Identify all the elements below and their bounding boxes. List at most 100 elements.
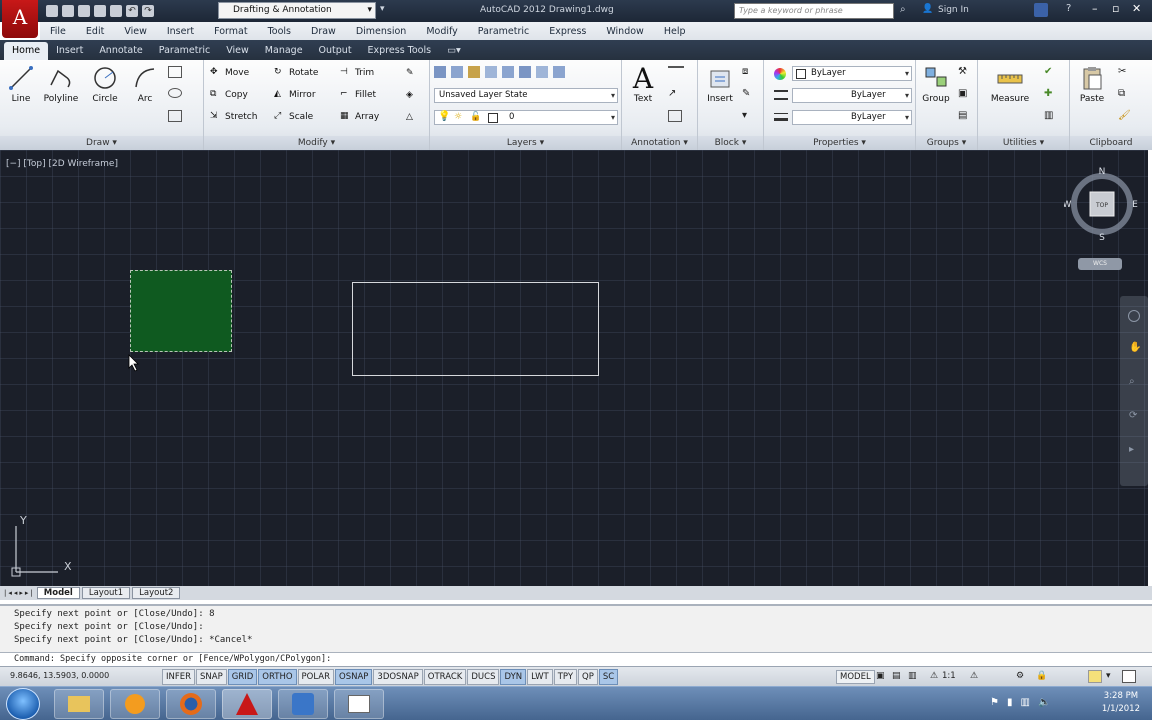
help-icon[interactable]: ? (1066, 3, 1071, 14)
tab-annotate[interactable]: Annotate (91, 42, 150, 60)
menu-view[interactable]: View (114, 26, 157, 37)
tray-volume-icon[interactable]: 🔈 (1038, 697, 1050, 708)
customize-qat-icon[interactable]: ▾ (380, 4, 385, 14)
media-taskbar-button[interactable] (110, 689, 160, 719)
annotation-scale[interactable]: 1:1 (942, 671, 956, 681)
arc-button[interactable]: Arc (130, 64, 160, 104)
autocad-taskbar-button[interactable] (222, 689, 272, 719)
groups-panel-title[interactable]: Groups ▾ (916, 136, 977, 150)
menu-insert[interactable]: Insert (157, 26, 204, 37)
quick-drawings-icon[interactable]: ▥ (908, 671, 917, 681)
toggle-grid[interactable]: GRID (227, 669, 258, 685)
menu-modify[interactable]: Modify (416, 26, 467, 37)
trim-button[interactable]: ⊣ Trim (340, 65, 374, 81)
id-point-icon[interactable]: ▥ (1044, 110, 1053, 121)
mirror-button[interactable]: ◭ Mirror (274, 87, 316, 103)
plot-icon[interactable] (110, 5, 122, 17)
system-clock[interactable]: 3:28 PM 1/1/2012 (1102, 690, 1140, 716)
menu-file[interactable]: File (40, 26, 76, 37)
menu-edit[interactable]: Edit (76, 26, 114, 37)
redo-icon[interactable]: ↷ (142, 5, 154, 17)
copy-clip-icon[interactable]: ⧉ (1118, 88, 1125, 99)
tab-express-tools[interactable]: Express Tools (360, 42, 440, 60)
clipboard-panel-title[interactable]: Clipboard (1070, 136, 1152, 150)
tab-output[interactable]: Output (311, 42, 360, 60)
modify-panel-title[interactable]: Modify ▾ (204, 136, 429, 150)
menu-dimension[interactable]: Dimension (346, 26, 417, 37)
polyline-button[interactable]: Polyline (40, 64, 82, 104)
tab-nav-arrows-icon[interactable]: |◂◂▸▸| (4, 589, 35, 597)
attribute-icon[interactable]: ▾ (742, 110, 747, 121)
tray-network-icon[interactable]: ▥ (1020, 697, 1029, 708)
tab-layout2[interactable]: Layout2 (132, 587, 181, 599)
menu-window[interactable]: Window (596, 26, 653, 37)
fillet-button[interactable]: ⌐ Fillet (340, 87, 376, 103)
text-button[interactable]: A Text (628, 62, 658, 105)
layers-panel-title[interactable]: Layers ▾ (430, 136, 621, 150)
toggle-otrack[interactable]: OTRACK (423, 669, 467, 685)
erase-icon[interactable]: ✎ (406, 65, 414, 81)
color-dropdown[interactable]: ByLayer (792, 66, 912, 81)
tray-power-icon[interactable]: ▮ (1007, 697, 1013, 708)
line-button[interactable]: Line (6, 64, 36, 104)
scale-button[interactable]: ⤢ Scale (274, 109, 313, 125)
workspace-switch-icon[interactable]: ⚙ (1016, 671, 1024, 681)
showmotion-icon[interactable]: ▸ (1129, 444, 1134, 455)
toggle-tpy[interactable]: TPY (553, 669, 578, 685)
tab-manage[interactable]: Manage (257, 42, 311, 60)
save-icon[interactable] (78, 5, 90, 17)
ungroup-icon[interactable]: ⚒ (958, 66, 967, 77)
command-line-input[interactable]: Command: Specify opposite corner or [Fen… (0, 652, 1152, 666)
quick-view-icon[interactable]: ▣ (876, 671, 885, 681)
tray-flag-icon[interactable]: ⚑ (990, 697, 999, 708)
move-button[interactable]: ✥ Move (210, 65, 249, 81)
coordinate-display[interactable]: 9.8646, 13.5903, 0.0000 (10, 671, 109, 680)
calculator-icon[interactable]: ✚ (1044, 88, 1052, 99)
layer-lock-icon[interactable] (502, 66, 514, 78)
annotation-visibility-icon[interactable]: ⚠ (970, 671, 978, 681)
toggle-dyn[interactable]: DYN (500, 669, 527, 685)
minimize-button[interactable]: – (1092, 2, 1098, 15)
quick-layout-icon[interactable]: ▤ (892, 671, 901, 681)
undo-icon[interactable]: ↶ (126, 5, 138, 17)
start-button[interactable] (6, 688, 40, 720)
block-panel-title[interactable]: Block ▾ (698, 136, 763, 150)
quick-select-icon[interactable]: ✔ (1044, 66, 1052, 77)
steering-wheel-icon[interactable] (1128, 310, 1140, 322)
cut-icon[interactable]: ✂ (1118, 66, 1126, 77)
toggle-sc[interactable]: SC (598, 669, 619, 685)
properties-panel-title[interactable]: Properties ▾ (764, 136, 915, 150)
annotation-panel-title[interactable]: Annotation ▾ (622, 136, 697, 150)
navigation-bar[interactable]: ✋ ⌕ ⟳ ▸ (1120, 296, 1148, 486)
menu-express[interactable]: Express (539, 26, 596, 37)
match-properties-icon[interactable] (774, 68, 786, 80)
wcs-menu[interactable]: WCS (1078, 258, 1122, 270)
region-icon[interactable] (168, 110, 182, 122)
layer-match-icon[interactable] (519, 66, 531, 78)
menu-draw[interactable]: Draw (301, 26, 346, 37)
group-edit-icon[interactable]: ▣ (958, 88, 967, 99)
pan-icon[interactable]: ✋ (1129, 342, 1141, 353)
menu-parametric[interactable]: Parametric (468, 26, 539, 37)
tab-insert[interactable]: Insert (48, 42, 91, 60)
array-button[interactable]: ▦ Array (340, 109, 379, 125)
offset-icon[interactable]: △ (406, 109, 413, 125)
group-button[interactable]: Group (918, 64, 954, 104)
toggle-ducs[interactable]: DUCS (467, 669, 500, 685)
maximize-button[interactable]: ▫ (1112, 2, 1119, 15)
toggle-infer[interactable]: INFER (162, 669, 196, 685)
isolate-objects-icon[interactable] (1088, 670, 1102, 683)
toggle-snap[interactable]: SNAP (196, 669, 227, 685)
layer-freeze-icon[interactable] (468, 66, 480, 78)
match-prop-icon[interactable]: 🖌 (1118, 110, 1131, 121)
draw-panel-title[interactable]: Draw ▾ (0, 136, 203, 150)
tab-home[interactable]: Home (4, 42, 49, 60)
toggle-osnap[interactable]: OSNAP (335, 669, 373, 685)
drawing-viewport[interactable]: [−] [Top] [2D Wireframe] TOP N S W E WCS… (0, 150, 1148, 586)
measure-button[interactable]: Measure (984, 64, 1036, 104)
ribbon-toggle-icon[interactable]: ▭▾ (439, 42, 469, 60)
search-icon[interactable]: ⌕ (900, 4, 906, 15)
close-button[interactable]: ✕ (1132, 2, 1141, 15)
rectangle-icon[interactable] (168, 66, 182, 78)
draw-app-taskbar-button[interactable] (278, 689, 328, 719)
